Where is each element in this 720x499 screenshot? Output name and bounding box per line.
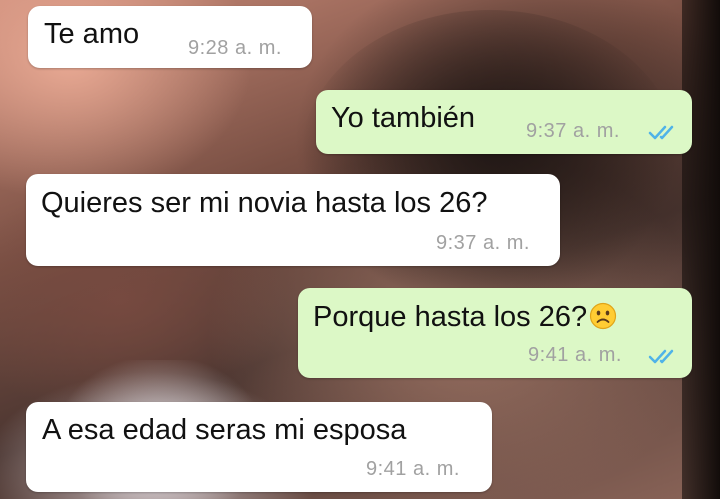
message-timestamp: 9:37 a. m.: [436, 232, 530, 254]
message-timestamp: 9:28 a. m.: [188, 37, 282, 59]
message-text: Porque hasta los 26?: [313, 300, 617, 334]
message-timestamp: 9:41 a. m.: [366, 458, 460, 480]
read-double-check-icon: [648, 349, 674, 364]
message-text: Quieres ser mi novia hasta los 26?: [41, 187, 488, 219]
sad-face-emoji-icon: [589, 302, 617, 330]
message-bubble-incoming[interactable]: Te amo 9:28 a. m.: [28, 6, 312, 68]
message-bubble-outgoing[interactable]: Yo también 9:37 a. m.: [316, 90, 692, 154]
wallpaper-edge: [682, 0, 720, 499]
message-bubble-incoming[interactable]: Quieres ser mi novia hasta los 26? 9:37 …: [26, 174, 560, 266]
read-double-check-icon: [648, 125, 674, 140]
message-text: Te amo: [44, 18, 140, 50]
message-bubble-incoming[interactable]: A esa edad seras mi esposa 9:41 a. m.: [26, 402, 492, 492]
message-bubble-outgoing[interactable]: Porque hasta los 26? 9:41 a. m.: [298, 288, 692, 378]
message-text: Yo también: [331, 102, 476, 134]
message-timestamp: 9:37 a. m.: [526, 120, 620, 142]
message-timestamp: 9:41 a. m.: [528, 344, 622, 366]
message-text-content: Porque hasta los 26?: [313, 301, 588, 333]
message-text: A esa edad seras mi esposa: [42, 414, 407, 446]
